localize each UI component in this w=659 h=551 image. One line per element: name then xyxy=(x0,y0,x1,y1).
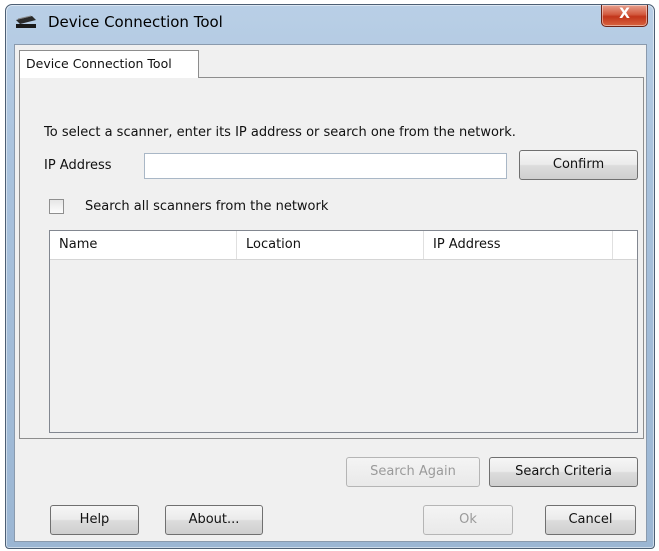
title-bar[interactable]: Device Connection Tool X xyxy=(6,5,654,37)
close-button[interactable]: X xyxy=(601,5,648,27)
about-button[interactable]: About... xyxy=(165,505,263,535)
confirm-button[interactable]: Confirm xyxy=(519,150,638,180)
ok-button[interactable]: Ok xyxy=(423,505,513,535)
cancel-button[interactable]: Cancel xyxy=(545,505,636,535)
column-header-location[interactable]: Location xyxy=(237,231,424,259)
close-icon: X xyxy=(619,6,630,22)
window-title: Device Connection Tool xyxy=(48,13,223,31)
search-all-checkbox[interactable] xyxy=(49,199,64,214)
column-header-ip-address[interactable]: IP Address xyxy=(424,231,613,259)
scanner-list[interactable]: Name Location IP Address xyxy=(49,230,638,433)
dialog-window: Device Connection Tool X Device Connecti… xyxy=(5,4,655,549)
search-all-label[interactable]: Search all scanners from the network xyxy=(85,199,328,214)
scanner-list-header: Name Location IP Address xyxy=(50,231,637,260)
tab-device-connection-tool[interactable]: Device Connection Tool xyxy=(19,50,199,78)
search-again-button[interactable]: Search Again xyxy=(346,457,480,487)
client-area: Device Connection Tool To select a scann… xyxy=(14,44,647,542)
tab-strip: Device Connection Tool xyxy=(15,45,646,78)
help-button[interactable]: Help xyxy=(50,505,139,535)
scanner-icon xyxy=(16,15,36,28)
search-criteria-button[interactable]: Search Criteria xyxy=(489,457,638,487)
ip-address-label: IP Address xyxy=(44,158,112,173)
column-header-name[interactable]: Name xyxy=(50,231,237,259)
ip-address-input[interactable] xyxy=(144,153,507,179)
instruction-text: To select a scanner, enter its IP addres… xyxy=(44,125,516,140)
